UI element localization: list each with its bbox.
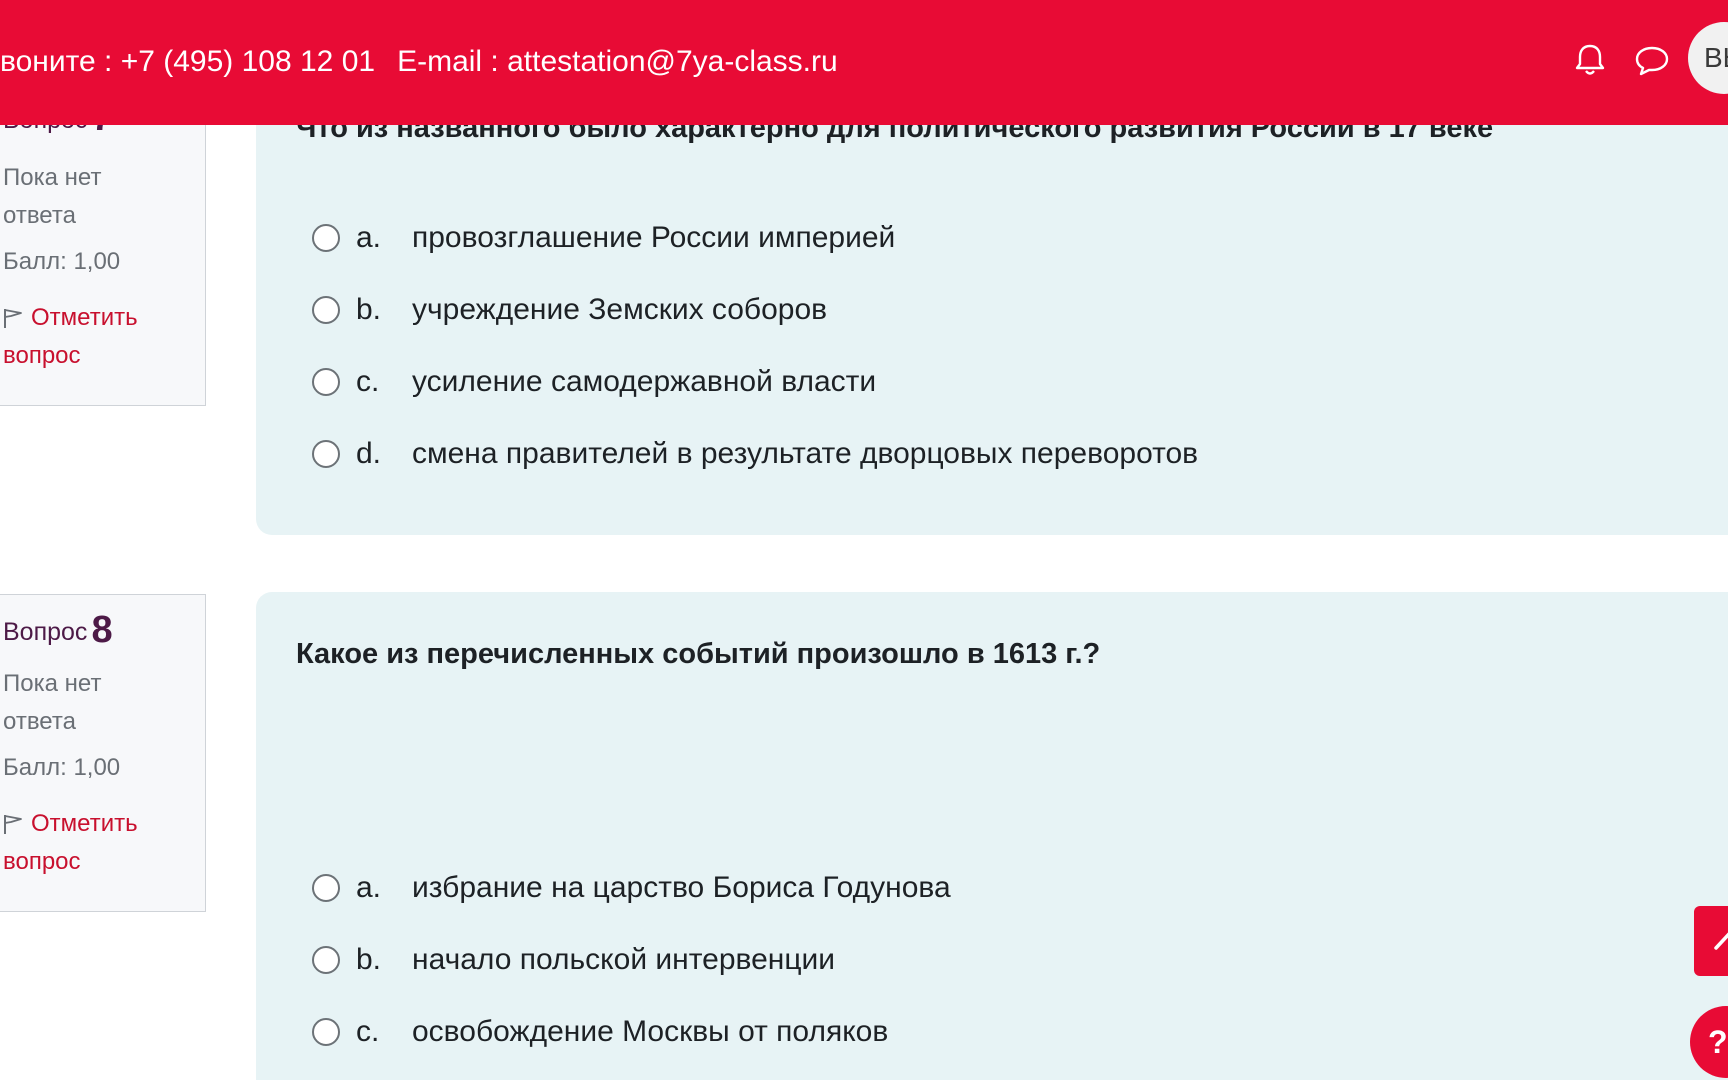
- question-number-value: 8: [91, 609, 113, 651]
- flag-question-label: Отметить вопрос: [3, 810, 138, 875]
- answer-letter: d.: [356, 437, 382, 470]
- answer-text: начало польской интервенции: [412, 943, 836, 976]
- question-number: Вопрос 8: [3, 609, 113, 652]
- answer-letter: b.: [356, 293, 382, 326]
- flag-question-label: Отметить вопрос: [3, 304, 138, 369]
- radio-button[interactable]: [312, 224, 340, 252]
- radio-button[interactable]: [312, 368, 340, 396]
- chevron-up-icon: [1694, 932, 1728, 980]
- question-info-panel: Вопрос 8 Пока нет ответа Балл: 1,00 Отмет…: [0, 594, 206, 912]
- bell-icon[interactable]: [1570, 40, 1610, 80]
- question-grade: Балл: 1,00: [3, 248, 121, 275]
- question-info-panel: Вопрос7 Пока нет ответа Балл: 1,00 Отмет…: [0, 90, 206, 406]
- top-header-bar: воните : +7 (495) 108 12 01 E-mail : atte…: [0, 0, 1728, 125]
- radio-button[interactable]: [312, 296, 340, 324]
- answer-state: Пока нет ответа: [3, 164, 102, 229]
- contact-info: воните : +7 (495) 108 12 01 E-mail : atte…: [0, 40, 838, 84]
- answer-text: освобождение Москвы от поляков: [412, 1015, 889, 1048]
- flag-icon: [3, 303, 23, 328]
- scroll-to-top-button[interactable]: [1694, 906, 1728, 976]
- radio-button[interactable]: [312, 1018, 340, 1046]
- email-text[interactable]: E-mail : attestation@7ya-class.ru: [397, 45, 838, 78]
- flag-question-link[interactable]: Отметить вопрос: [3, 805, 193, 881]
- answer-text: усиление самодержавной власти: [412, 365, 877, 398]
- question-grade: Балл: 1,00: [3, 754, 121, 781]
- answer-letter: a.: [356, 871, 382, 904]
- answer-letter: c.: [356, 365, 380, 398]
- answer-letter: a.: [356, 221, 382, 254]
- radio-button[interactable]: [312, 874, 340, 902]
- answer-text: избрание на царство Бориса Годунова: [412, 871, 951, 904]
- answer-text: провозглашение России империей: [412, 221, 896, 254]
- answer-text: учреждение Земских соборов: [412, 293, 828, 326]
- phone-text: воните : +7 (495) 108 12 01: [0, 45, 376, 78]
- chat-bubble-icon[interactable]: [1632, 40, 1672, 80]
- user-avatar[interactable]: ВЬ: [1688, 22, 1728, 94]
- radio-button[interactable]: [312, 946, 340, 974]
- question-content-panel: Какое из перечисленных событий произошло…: [256, 592, 1728, 1080]
- question-content-panel: Что из названного было характерно для по…: [256, 60, 1728, 535]
- question-text: Какое из перечисленных событий произошло…: [296, 638, 1101, 670]
- radio-button[interactable]: [312, 440, 340, 468]
- answer-text: смена правителей в результате дворцовых …: [412, 437, 1199, 470]
- flag-icon: [3, 809, 23, 834]
- flag-question-link[interactable]: Отметить вопрос: [3, 299, 193, 375]
- answer-letter: b.: [356, 943, 382, 976]
- question-label: Вопрос: [3, 618, 88, 646]
- answer-letter: c.: [356, 1015, 380, 1048]
- answer-state: Пока нет ответа: [3, 670, 102, 735]
